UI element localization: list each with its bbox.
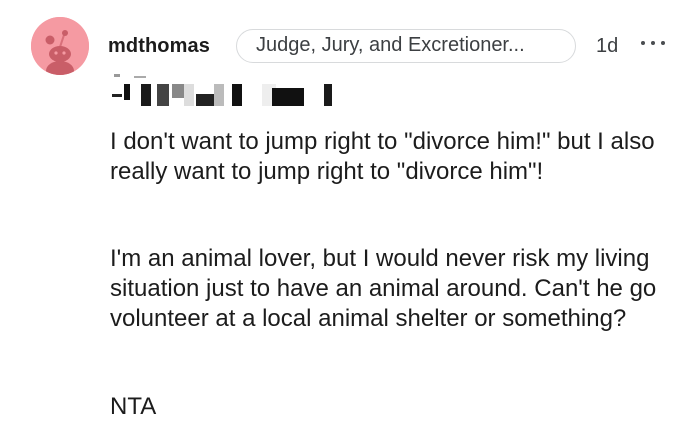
comment-paragraph: NTA <box>110 393 157 420</box>
user-flair: Judge, Jury, and Excretioner... <box>236 29 576 63</box>
comment-author-link[interactable]: mdthomas <box>108 35 210 58</box>
comment-paragraph: I'm an animal lover, but I would never r… <box>110 245 657 332</box>
ellipsis-icon[interactable] <box>640 36 666 50</box>
comment-paragraph: I don't want to jump right to "divorce h… <box>110 128 655 185</box>
user-avatar[interactable] <box>31 17 89 75</box>
redacted-pixelated-text <box>112 74 342 108</box>
comment-timestamp[interactable]: 1d <box>596 35 618 58</box>
snoo-avatar-icon <box>31 17 89 75</box>
